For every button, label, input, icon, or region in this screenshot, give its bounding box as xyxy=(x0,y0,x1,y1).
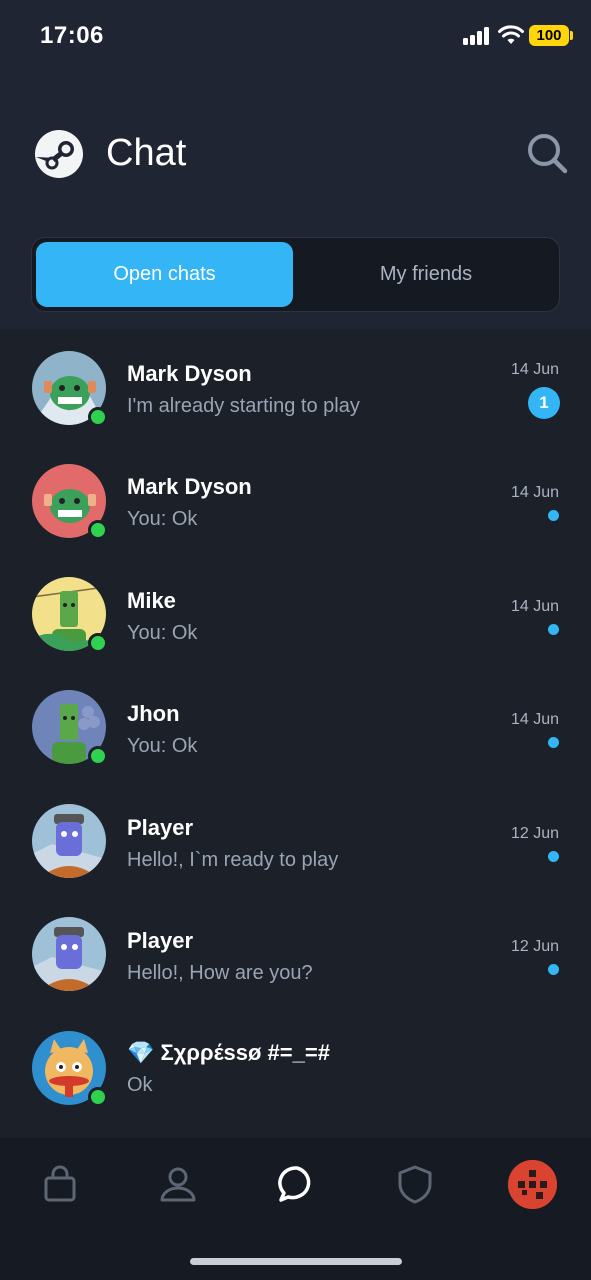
message-preview: You: Ok xyxy=(127,508,198,530)
message-date: 14 Jun xyxy=(510,484,559,501)
contact-name: Mark Dyson xyxy=(127,474,252,499)
contact-name: Mike xyxy=(127,588,176,613)
avatar xyxy=(32,917,106,991)
message-date: 14 Jun xyxy=(510,361,559,378)
avatar xyxy=(32,464,108,540)
avatar xyxy=(32,690,108,766)
battery-indicator: 100 xyxy=(529,25,573,46)
avatar xyxy=(32,577,108,653)
store-icon[interactable] xyxy=(40,1164,80,1204)
message-preview: Hello!, I`m ready to play xyxy=(127,849,339,871)
online-status-indicator xyxy=(88,633,108,653)
avatar xyxy=(32,804,106,878)
unread-indicator-dot xyxy=(548,964,559,975)
profile-icon[interactable] xyxy=(158,1164,198,1204)
chat-list-item[interactable]: Mark Dyson I'm already starting to play … xyxy=(0,330,591,443)
unread-indicator-dot xyxy=(548,624,559,635)
unread-indicator-dot xyxy=(548,851,559,862)
message-date: 14 Jun xyxy=(510,711,559,728)
steam-logo-icon xyxy=(35,130,83,178)
bottom-navigation xyxy=(0,1138,591,1280)
chat-list-item[interactable]: Mike You: Ok 14 Jun xyxy=(0,557,591,670)
online-status-indicator xyxy=(88,520,108,540)
status-time: 17:06 xyxy=(40,22,104,49)
online-status-indicator xyxy=(88,1087,108,1107)
chat-tabs: Open chats My friends xyxy=(31,237,560,312)
online-status-indicator xyxy=(88,746,108,766)
user-avatar[interactable] xyxy=(508,1160,557,1209)
tab-my-friends[interactable]: My friends xyxy=(297,242,555,307)
tab-open-chats[interactable]: Open chats xyxy=(36,242,293,307)
unread-indicator-dot xyxy=(548,737,559,748)
message-date: 14 Jun xyxy=(510,598,559,615)
message-preview: Ok xyxy=(127,1074,153,1096)
contact-name: Player xyxy=(127,928,194,953)
status-bar: 17:06 100 xyxy=(0,0,591,72)
avatar xyxy=(32,351,108,427)
message-preview: You: Ok xyxy=(127,735,198,757)
message-preview: I'm already starting to play xyxy=(127,395,360,417)
search-icon[interactable] xyxy=(526,132,568,174)
message-preview: You: Ok xyxy=(127,622,198,644)
contact-name: Jhon xyxy=(127,701,180,726)
message-preview: Hello!, How are you? xyxy=(127,962,313,984)
guard-shield-icon[interactable] xyxy=(395,1164,435,1204)
page-title: Chat xyxy=(106,132,187,174)
unread-indicator-dot xyxy=(548,510,559,521)
chat-list-item[interactable]: Player Hello!, How are you? 12 Jun xyxy=(0,897,591,1010)
chat-list-item[interactable]: Mark Dyson You: Ok 14 Jun xyxy=(0,443,591,556)
message-date: 12 Jun xyxy=(510,938,559,955)
online-status-indicator xyxy=(88,407,108,427)
contact-name: 💎 Σχρρέssø #=_=# xyxy=(127,1040,330,1065)
chat-list-item[interactable]: Player Hello!, I`m ready to play 12 Jun xyxy=(0,784,591,897)
header: Chat Open chats My friends xyxy=(0,72,591,330)
avatar xyxy=(32,1031,108,1107)
wifi-icon xyxy=(498,25,524,44)
home-indicator[interactable] xyxy=(190,1258,402,1265)
chat-list-item[interactable]: 💎 Σχρρέssø #=_=# Ok xyxy=(0,1011,591,1124)
contact-name: Player xyxy=(127,815,194,840)
unread-count-badge: 1 xyxy=(528,387,560,419)
chat-icon[interactable] xyxy=(277,1164,317,1204)
contact-name: Mark Dyson xyxy=(127,361,252,386)
cellular-signal-icon xyxy=(463,27,491,45)
message-date: 12 Jun xyxy=(510,825,559,842)
chat-list-item[interactable]: Jhon You: Ok 14 Jun xyxy=(0,670,591,783)
